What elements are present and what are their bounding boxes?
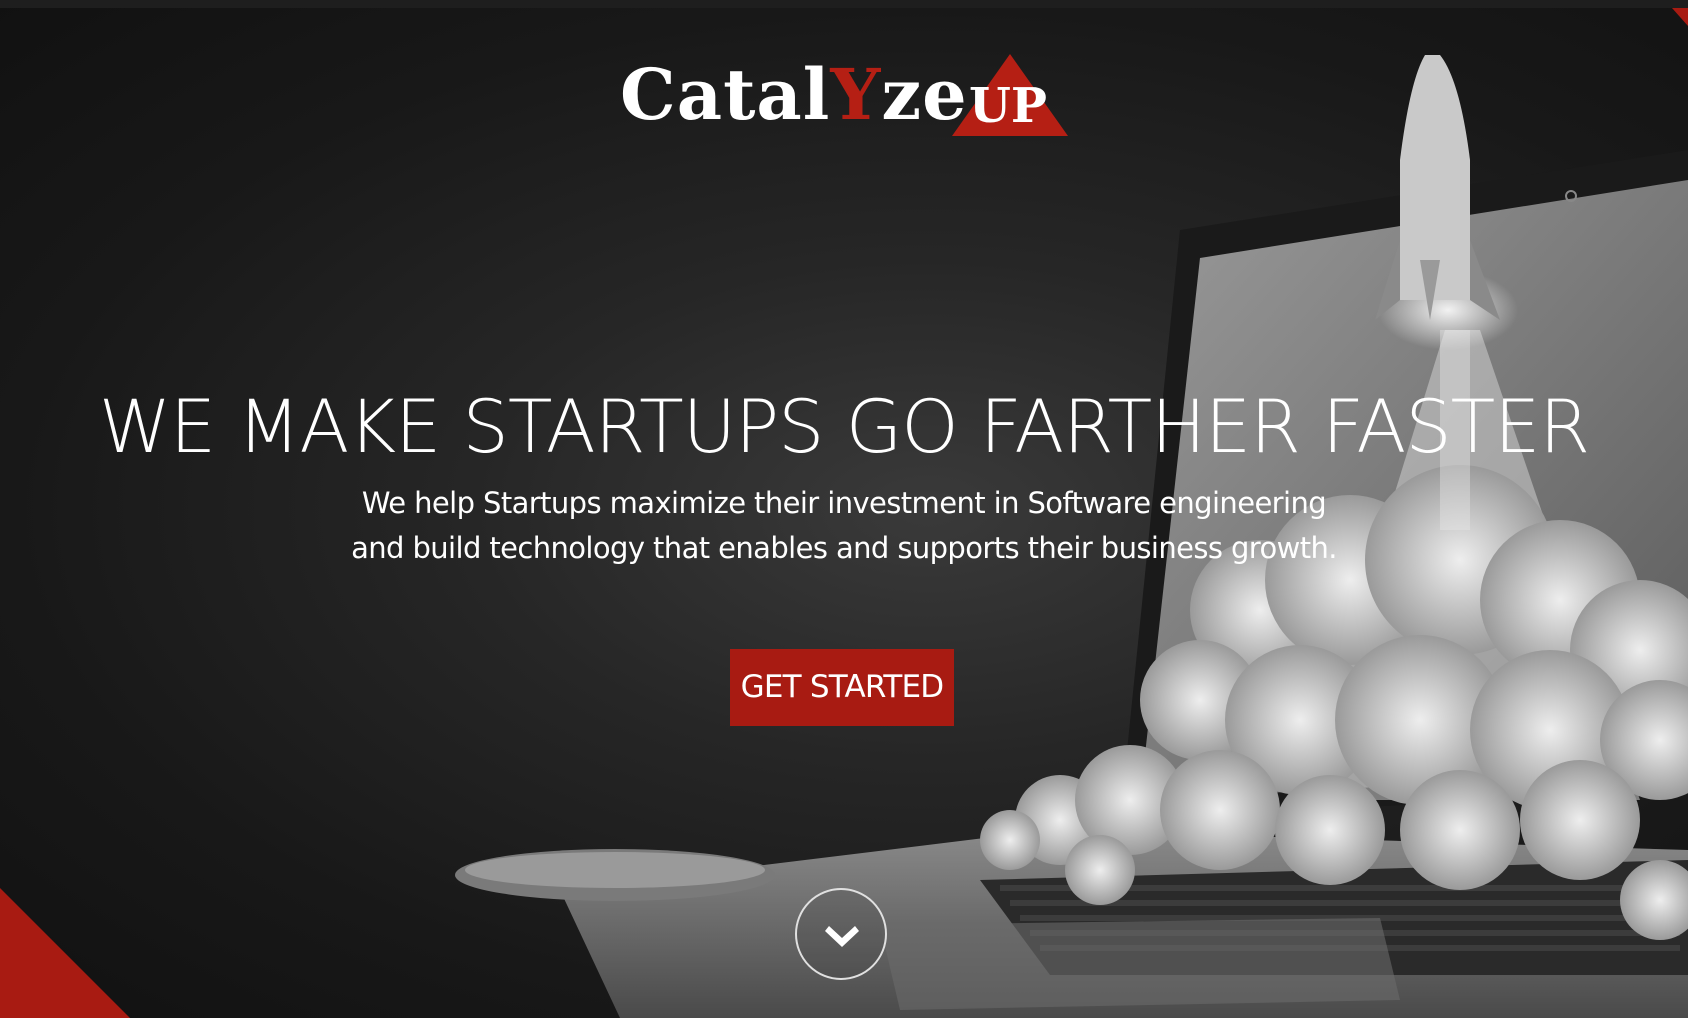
logo-badge-text: UP — [969, 78, 1047, 134]
landing-page: CatalYze UP WE MAKE STARTUPS GO FARTHER … — [0, 0, 1688, 1018]
logo-prefix: Catal — [620, 53, 831, 136]
scroll-down-button[interactable] — [795, 888, 887, 980]
get-started-button[interactable]: GET STARTED — [730, 649, 954, 726]
logo-wordmark: CatalYze — [620, 50, 968, 140]
chevron-down-icon — [825, 926, 859, 947]
hero-headline: WE MAKE STARTUPS GO FARTHER FASTER — [98, 385, 1590, 470]
logo-accent-letter: Y — [830, 53, 882, 136]
brand-logo[interactable]: CatalYze UP — [620, 50, 1070, 140]
hero-subline-1: We help Startups maximize their investme… — [361, 486, 1327, 520]
hero-subline-2: and build technology that enables and su… — [351, 531, 1337, 565]
